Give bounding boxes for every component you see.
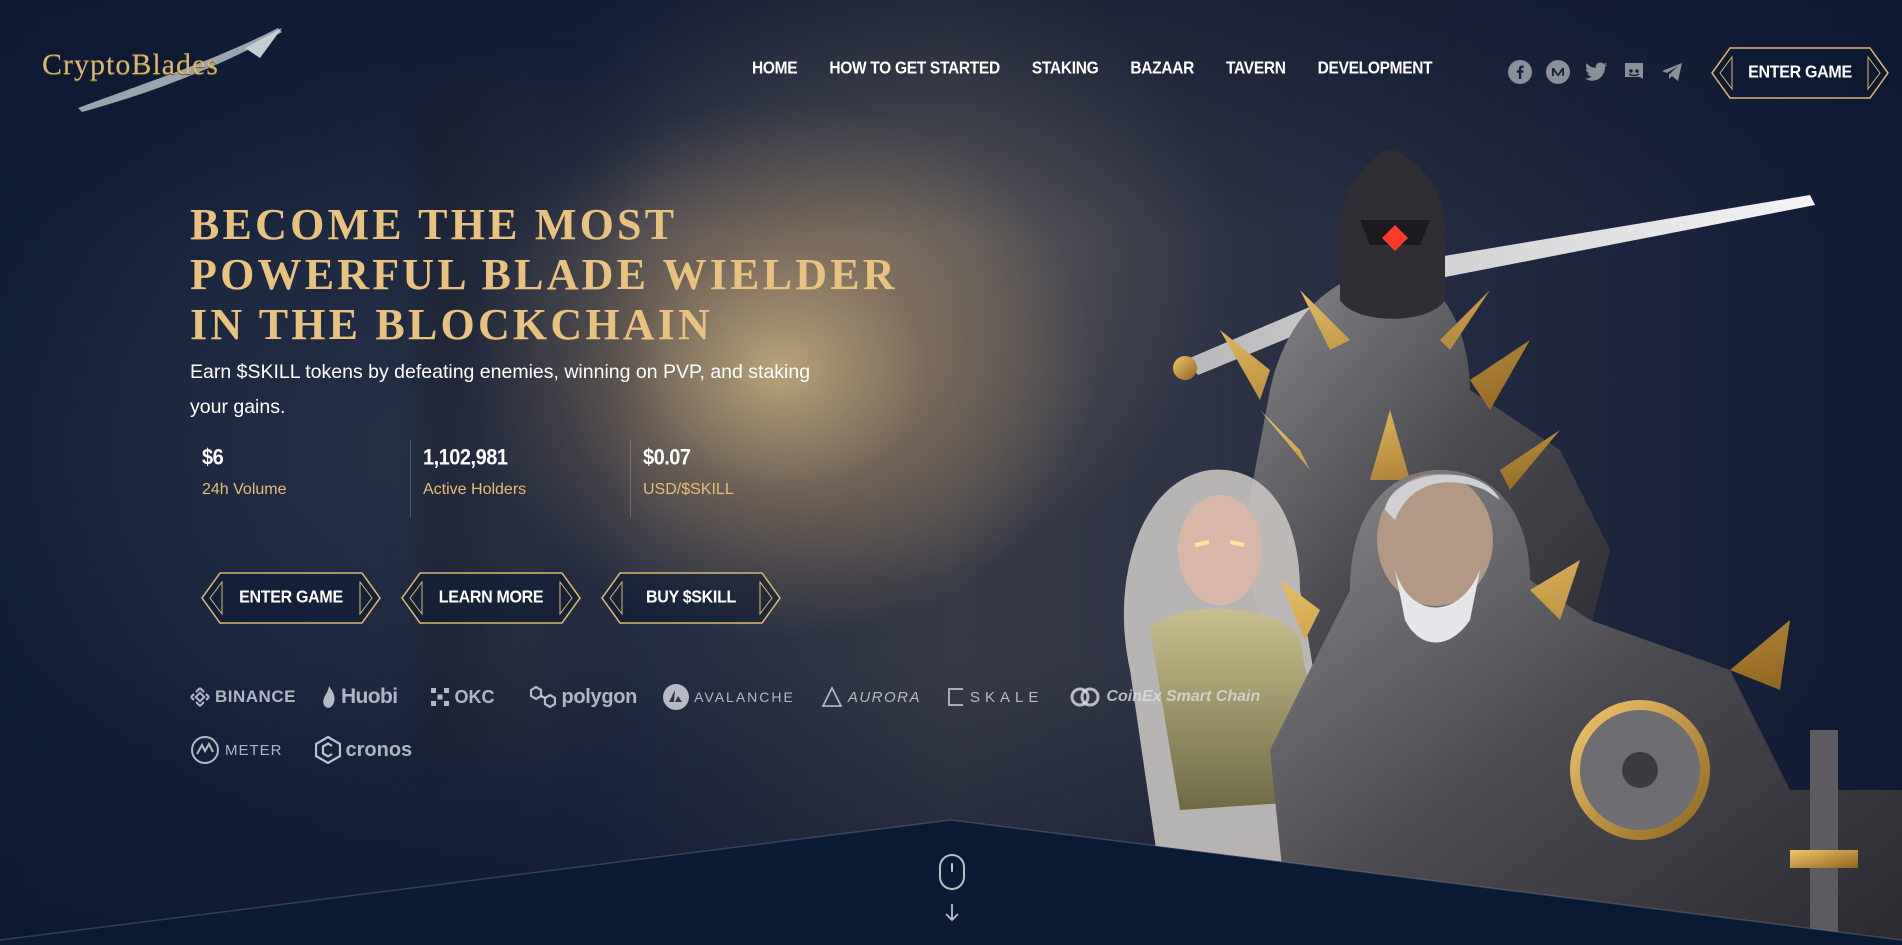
aurora-icon bbox=[821, 686, 843, 707]
exchanges-row: BINANCE Huobi OKC polygon AVALANCHE AURO… bbox=[190, 684, 1260, 710]
stat-holders: 1,102,981 Active Holders bbox=[410, 440, 630, 517]
stat-value: $6 bbox=[202, 446, 224, 471]
exchange-name: Huobi bbox=[340, 685, 398, 708]
exchange-okc[interactable]: OKC bbox=[431, 687, 494, 708]
exchange-name: AVALANCHE bbox=[694, 689, 795, 705]
header-enter-game-button[interactable]: ENTER GAME bbox=[1710, 46, 1890, 100]
header-enter-game-label: ENTER GAME bbox=[1748, 62, 1852, 82]
nav-staking[interactable]: STAKING bbox=[1032, 59, 1099, 79]
hero-subtitle: Earn $SKILL tokens by defeating enemies,… bbox=[190, 361, 811, 418]
buy-skill-label: BUY $SKILL bbox=[645, 587, 737, 607]
exchange-avalanche[interactable]: AVALANCHE bbox=[663, 684, 795, 710]
main-nav: HOME HOW TO GET STARTED STAKING BAZAAR T… bbox=[752, 59, 1433, 79]
exchange-name: polygon bbox=[561, 685, 638, 708]
twitter-icon[interactable] bbox=[1584, 60, 1608, 84]
logo-text: CryptoBlades bbox=[42, 48, 219, 81]
exchange-name: METER bbox=[225, 741, 283, 759]
exchange-name: AURORA bbox=[847, 688, 922, 706]
avalanche-icon bbox=[663, 684, 690, 710]
skale-icon bbox=[948, 688, 964, 706]
exchange-skale[interactable]: SKALE bbox=[947, 687, 1043, 707]
exchange-meter[interactable]: METER bbox=[190, 735, 283, 765]
scroll-mouse-icon[interactable] bbox=[939, 854, 965, 890]
stat-volume: $6 24h Volume bbox=[190, 440, 410, 517]
binance-icon bbox=[190, 687, 210, 707]
hero-title-line-3: IN THE BLOCKCHAIN bbox=[190, 300, 714, 349]
hero-title-line-1: BECOME THE MOST bbox=[190, 200, 678, 249]
social-links bbox=[1508, 60, 1684, 84]
learn-more-button[interactable]: LEARN MORE bbox=[400, 571, 582, 625]
hero-title: BECOME THE MOST POWERFUL BLADE WIELDER I… bbox=[190, 200, 898, 350]
meter-icon bbox=[191, 736, 219, 764]
cryptoblades-logo[interactable]: CryptoBlades bbox=[40, 28, 290, 112]
learn-more-label: LEARN MORE bbox=[438, 587, 544, 607]
exchange-name: SKALE bbox=[970, 688, 1044, 706]
cronos-icon bbox=[314, 736, 341, 764]
exchange-polygon[interactable]: polygon bbox=[530, 686, 637, 709]
exchange-name: CoinEx Smart Chain bbox=[1106, 688, 1261, 705]
nav-home[interactable]: HOME bbox=[752, 59, 798, 79]
discord-icon[interactable] bbox=[1622, 60, 1646, 84]
nav-tavern[interactable]: TAVERN bbox=[1226, 59, 1286, 79]
medium-icon[interactable] bbox=[1546, 60, 1570, 84]
exchange-aurora[interactable]: AURORA bbox=[821, 686, 921, 708]
polygon-icon bbox=[530, 686, 557, 708]
nav-bazaar[interactable]: BAZAAR bbox=[1130, 59, 1194, 79]
exchange-binance[interactable]: BINANCE bbox=[190, 687, 296, 707]
exchange-name: OKC bbox=[454, 686, 495, 707]
stat-value: $0.07 bbox=[643, 446, 691, 471]
exchange-huobi[interactable]: Huobi bbox=[322, 685, 398, 709]
exchanges-row: METER cronos bbox=[190, 735, 412, 765]
stat-value: 1,102,981 bbox=[423, 446, 508, 471]
nav-how-to-get-started[interactable]: HOW TO GET STARTED bbox=[829, 59, 1000, 79]
okc-icon bbox=[431, 688, 450, 706]
stat-label: USD/$SKILL bbox=[643, 481, 734, 498]
stat-price: $0.07 USD/$SKILL bbox=[630, 440, 850, 517]
buy-skill-button[interactable]: BUY $SKILL bbox=[600, 571, 782, 625]
facebook-icon[interactable] bbox=[1508, 60, 1532, 84]
exchange-name: BINANCE bbox=[215, 687, 296, 706]
exchange-name: cronos bbox=[345, 738, 413, 761]
hero-title-line-2: POWERFUL BLADE WIELDER bbox=[190, 250, 898, 299]
telegram-icon[interactable] bbox=[1660, 60, 1684, 84]
nav-development[interactable]: DEVELOPMENT bbox=[1318, 59, 1433, 79]
hero-enter-game-button[interactable]: ENTER GAME bbox=[200, 571, 382, 625]
coinex-icon bbox=[1070, 687, 1100, 707]
exchange-coinex[interactable]: CoinEx Smart Chain bbox=[1069, 686, 1260, 708]
stat-label: 24h Volume bbox=[202, 481, 287, 498]
hero-enter-game-label: ENTER GAME bbox=[239, 587, 343, 607]
stats-row: $6 24h Volume 1,102,981 Active Holders $… bbox=[190, 440, 850, 517]
huobi-icon bbox=[323, 686, 335, 708]
stat-label: Active Holders bbox=[423, 481, 527, 498]
arrow-down-icon[interactable] bbox=[944, 903, 960, 923]
exchange-cronos[interactable]: cronos bbox=[314, 736, 413, 764]
